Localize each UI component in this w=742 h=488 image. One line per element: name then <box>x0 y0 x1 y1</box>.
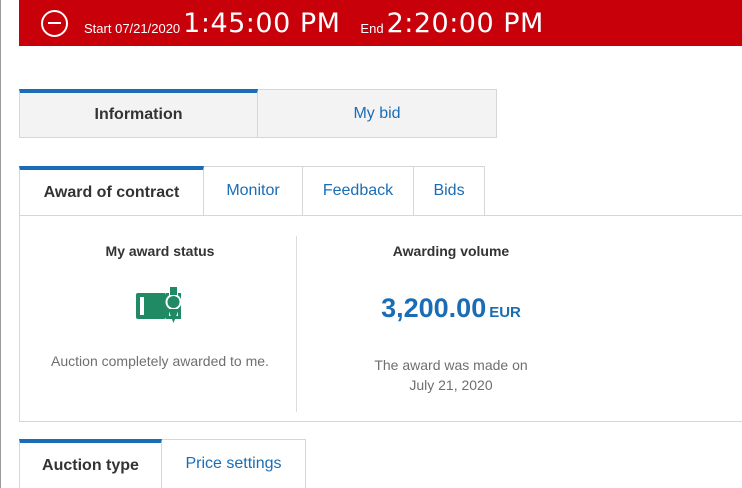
award-date-line2: July 21, 2020 <box>409 377 493 393</box>
awarding-volume-heading: Awarding volume <box>392 243 510 259</box>
auction-time-bar: Start 07/21/2020 1:45:00 PM End 2:20:00 … <box>19 0 742 46</box>
start-label: Start <box>84 21 112 36</box>
main-tabs: Information My bid <box>19 89 497 138</box>
award-status-column: My award status Auction completely award… <box>40 216 280 371</box>
tab-my-bid[interactable]: My bid <box>258 89 497 138</box>
awarding-volume-amount: 3,200.00 <box>381 293 487 323</box>
settings-tabs: Auction type Price settings <box>19 439 306 488</box>
tab-feedback[interactable]: Feedback <box>303 166 414 216</box>
tab-auction-type[interactable]: Auction type <box>19 439 162 488</box>
award-status-heading: My award status <box>105 243 215 259</box>
tab-information[interactable]: Information <box>19 89 258 138</box>
end-label: End <box>360 21 384 36</box>
award-panel: My award status Auction completely award… <box>19 215 742 422</box>
awarding-volume-currency: EUR <box>489 304 521 321</box>
minus-circle-icon[interactable] <box>41 9 68 37</box>
end-time: 2:20:00 PM <box>386 7 544 39</box>
tab-bids[interactable]: Bids <box>414 166 485 216</box>
app-frame: Start 07/21/2020 1:45:00 PM End 2:20:00 … <box>0 0 742 488</box>
start-date: 07/21/2020 <box>115 21 181 36</box>
information-subtabs: Award of contract Monitor Feedback Bids <box>19 166 485 216</box>
start-label-group: Start 07/21/2020 <box>84 21 180 36</box>
award-date-line1: The award was made on <box>374 357 528 373</box>
awarding-volume-amount-group: 3,200.00 EUR <box>316 293 586 324</box>
award-date-note: The award was made on July 21, 2020 <box>316 355 586 395</box>
tab-price-settings[interactable]: Price settings <box>162 439 306 488</box>
tab-award-of-contract[interactable]: Award of contract <box>19 166 204 216</box>
award-status-text: Auction completely awarded to me. <box>51 353 269 369</box>
start-time: 1:45:00 PM <box>183 7 341 39</box>
awarding-volume-column: Awarding volume 3,200.00 EUR The award wa… <box>316 216 586 395</box>
tab-monitor[interactable]: Monitor <box>204 166 303 216</box>
award-certificate-icon <box>136 287 182 323</box>
column-divider <box>296 236 297 412</box>
